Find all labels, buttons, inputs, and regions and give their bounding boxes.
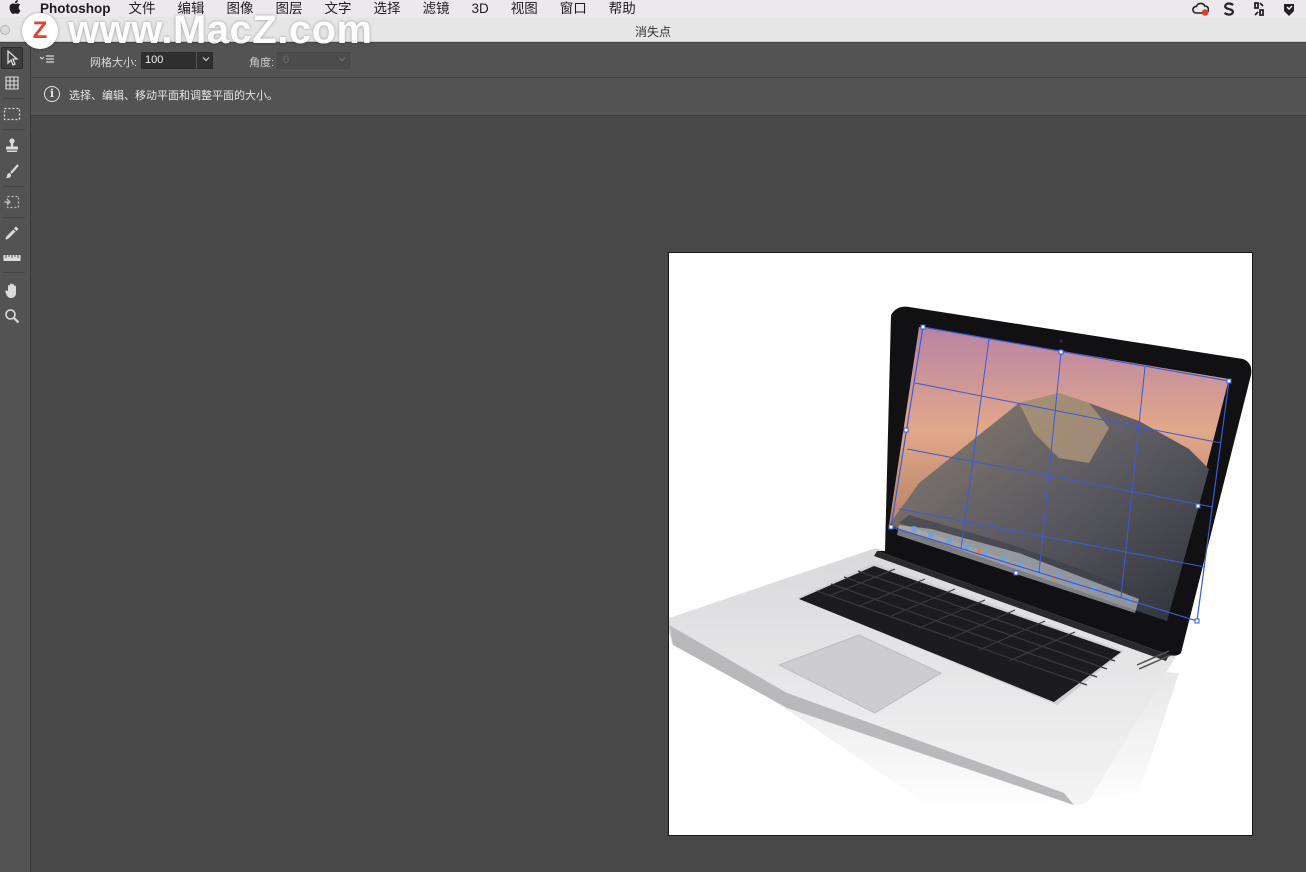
tool-panel — [0, 43, 31, 872]
grid-plane-icon — [5, 76, 19, 90]
magnifier-icon — [5, 309, 20, 324]
stamp-icon — [6, 138, 18, 152]
grid-size-label: 网格大小: — [90, 57, 138, 69]
create-plane-tool[interactable] — [1, 72, 23, 94]
menu-view[interactable]: 视图 — [511, 1, 538, 16]
grid-size-dropdown[interactable] — [196, 52, 214, 69]
menu-select[interactable]: 选择 — [374, 1, 401, 16]
options-menu-button[interactable] — [39, 54, 57, 67]
eyedropper-tool[interactable] — [1, 222, 23, 244]
info-icon: i — [44, 86, 60, 102]
measure-tool[interactable] — [1, 247, 23, 269]
transform-icon — [4, 195, 20, 209]
menu-bar-tray — [1192, 0, 1306, 17]
hand-icon — [5, 283, 16, 298]
menu-filter[interactable]: 滤镜 — [423, 1, 450, 16]
dashed-rectangle-icon — [3, 107, 21, 121]
angle-label: 角度: — [249, 57, 275, 69]
creative-cloud-icon[interactable] — [1192, 2, 1210, 16]
angle-dropdown[interactable] — [333, 52, 350, 69]
arrow-cursor-icon — [7, 50, 19, 66]
transform-tool[interactable] — [1, 191, 23, 213]
eyedropper-icon — [5, 226, 19, 240]
shield-app-icon[interactable] — [1282, 2, 1298, 16]
chevron-down-icon — [202, 57, 209, 62]
s-app-icon[interactable] — [1222, 1, 1238, 16]
edit-plane-tool[interactable] — [1, 47, 23, 69]
menu-3d[interactable]: 3D — [472, 1, 489, 16]
zoom-tool[interactable] — [1, 305, 23, 327]
ruler-icon — [3, 255, 21, 261]
watermark-text: www.MacZ.com — [68, 8, 373, 52]
marquee-tool[interactable] — [1, 103, 23, 125]
laptop-image — [669, 306, 1252, 813]
options-menu-icon — [39, 55, 54, 63]
brush-icon — [5, 164, 19, 178]
chevron-down-icon — [338, 57, 345, 62]
hand-tool[interactable] — [1, 279, 23, 301]
info-bar: i 选择、编辑、移动平面和调整平面的大小。 — [31, 78, 1306, 116]
stamp-tool[interactable] — [1, 134, 23, 156]
document-preview[interactable] — [668, 252, 1253, 836]
pin-app-icon[interactable] — [1252, 1, 1268, 16]
menu-help[interactable]: 帮助 — [609, 1, 636, 16]
menu-window[interactable]: 窗口 — [560, 1, 587, 16]
watermark: Z www.MacZ.com — [22, 8, 373, 53]
photoshop-vanishing-point-window: Photoshop 文件 编辑 图像 图层 文字 选择 滤镜 3D 视图 窗口 … — [0, 0, 1306, 872]
info-text: 选择、编辑、移动平面和调整平面的大小。 — [69, 90, 278, 102]
brush-tool[interactable] — [1, 160, 23, 182]
watermark-logo: Z — [22, 12, 58, 49]
